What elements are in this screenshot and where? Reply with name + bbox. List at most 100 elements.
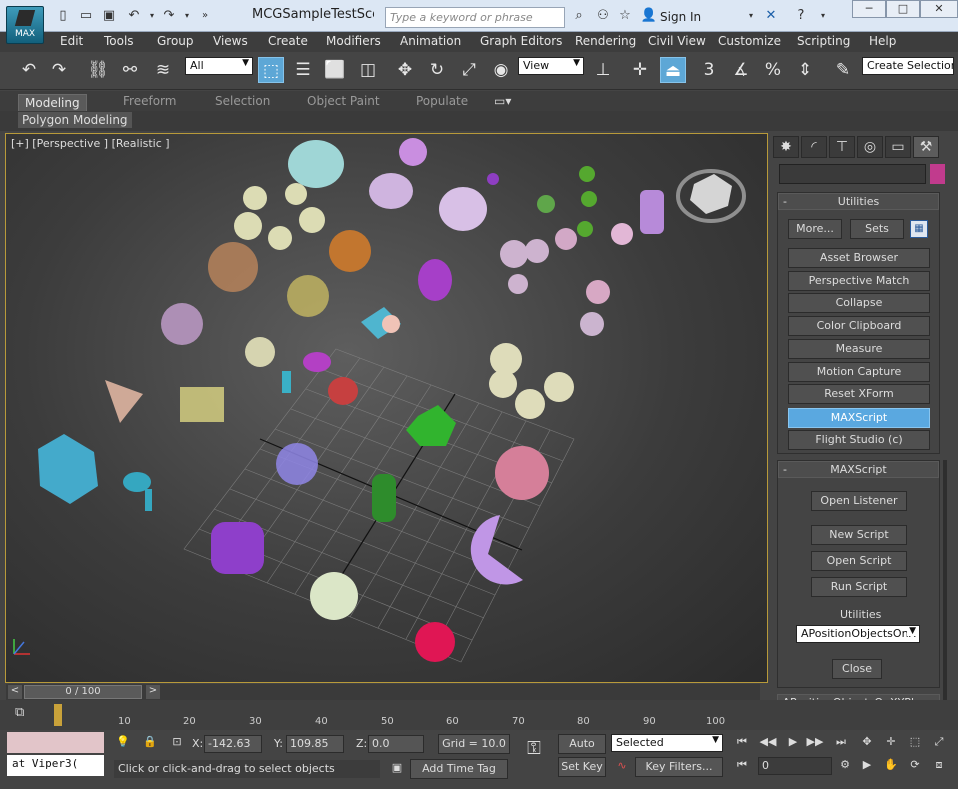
tab-object-paint[interactable]: Object Paint <box>307 94 380 108</box>
tab-selection[interactable]: Selection <box>215 94 270 108</box>
region-zoom-icon[interactable]: ⬚ <box>906 735 924 751</box>
maximize-button[interactable]: □ <box>886 0 920 18</box>
motion-tab-icon[interactable]: ◎ <box>857 136 883 158</box>
z-coordinate-field[interactable]: 0.0 <box>368 735 424 753</box>
application-menu-button[interactable]: MAX <box>6 6 44 44</box>
rotate-icon[interactable]: ↻ <box>424 57 450 83</box>
maxscript-button[interactable]: MAXScript <box>788 408 930 428</box>
next-frame-icon[interactable]: ▶▶ <box>806 735 824 751</box>
hierarchy-tab-icon[interactable]: ⊤ <box>829 136 855 158</box>
perspective-match-button[interactable]: Perspective Match <box>788 271 930 291</box>
collapse-button[interactable]: Collapse <box>788 293 930 313</box>
motion-capture-button[interactable]: Motion Capture <box>788 362 930 382</box>
utilities-rollout-header[interactable]: - Utilities <box>778 193 939 210</box>
menu-scripting[interactable]: Scripting <box>797 34 850 48</box>
time-slider-thumb[interactable]: 0 / 100 <box>24 685 142 699</box>
menu-rendering[interactable]: Rendering <box>575 34 636 48</box>
select-by-name-icon[interactable]: ☰ <box>290 57 316 83</box>
mini-curve-editor-icon[interactable]: ⧉ <box>15 705 37 725</box>
exchange-apps-icon[interactable]: ✕ <box>762 8 780 24</box>
pan-view-icon[interactable]: ✋ <box>882 758 900 774</box>
time-prev-button[interactable]: < <box>8 685 22 699</box>
selection-lock-icon[interactable]: 🔒 <box>141 735 159 751</box>
asset-browser-button[interactable]: Asset Browser <box>788 248 930 268</box>
go-to-end-icon[interactable]: ⏭ <box>832 735 850 751</box>
menu-civil-view[interactable]: Civil View <box>648 34 706 48</box>
maxscript-rollout-header[interactable]: - MAXScript <box>778 461 939 478</box>
run-script-button[interactable]: Run Script <box>811 577 907 597</box>
percent-snap-icon[interactable]: % <box>760 57 786 83</box>
add-time-tag-button[interactable]: Add Time Tag <box>410 759 508 779</box>
user-icon[interactable]: 👤 <box>640 8 658 24</box>
sign-in-link[interactable]: Sign In <box>660 10 701 24</box>
previous-frame-icon[interactable]: ◀◀ <box>759 735 777 751</box>
auto-key-button[interactable]: Auto Key <box>558 734 606 768</box>
undo-icon[interactable]: ↶ <box>16 57 42 83</box>
create-selection-set-field[interactable]: Create Selection S <box>862 57 954 75</box>
play-icon[interactable]: ▶ <box>784 735 802 751</box>
binoculars-icon[interactable]: ⌕ <box>570 8 588 24</box>
panel-scrollbar[interactable] <box>943 460 947 720</box>
keyboard-shortcut-override-icon[interactable]: ⏏ <box>660 57 686 83</box>
bind-spacewarp-icon[interactable]: ≋ <box>150 57 176 83</box>
signin-dropdown-icon[interactable]: ▾ <box>742 8 760 24</box>
utilities-dropdown[interactable]: APositionObjectsOnX ▼ <box>796 625 920 643</box>
move-icon[interactable]: ✥ <box>392 57 418 83</box>
menu-group[interactable]: Group <box>157 34 194 48</box>
selection-filter-dropdown[interactable]: All ▼ <box>185 57 253 75</box>
default-tangent-icon[interactable]: ∿ <box>613 759 631 775</box>
favorites-star-icon[interactable]: ☆ <box>616 8 634 24</box>
menu-modifiers[interactable]: Modifiers <box>326 34 381 48</box>
set-key-icon[interactable]: ⚿ <box>518 738 550 768</box>
x-coordinate-field[interactable]: -142.63 <box>204 735 262 753</box>
tab-freeform[interactable]: Freeform <box>123 94 176 108</box>
placement-icon[interactable]: ◉ <box>488 57 514 83</box>
menu-help[interactable]: Help <box>869 34 896 48</box>
current-frame-marker[interactable] <box>54 704 62 726</box>
undo-quick-icon[interactable]: ↶ <box>125 8 143 24</box>
create-tab-icon[interactable]: ✸ <box>773 136 799 158</box>
menu-views[interactable]: Views <box>213 34 248 48</box>
undo-dropdown-icon[interactable]: ▾ <box>143 8 161 24</box>
time-next-button[interactable]: > <box>146 685 160 699</box>
named-selection-icon[interactable]: ✎ <box>830 57 856 83</box>
new-script-button[interactable]: New Script <box>811 525 907 545</box>
menu-animation[interactable]: Animation <box>400 34 461 48</box>
flight-studio-button[interactable]: Flight Studio (c) <box>788 430 930 450</box>
scene-render[interactable] <box>6 134 768 683</box>
tab-modeling[interactable]: Modeling <box>18 94 87 112</box>
isolate-selection-icon[interactable]: 💡 <box>114 735 132 751</box>
sets-button[interactable]: Sets <box>850 219 904 239</box>
open-listener-button[interactable]: Open Listener <box>811 491 907 511</box>
open-file-icon[interactable]: ▭ <box>77 8 95 24</box>
maxscript-mini-listener[interactable]: at Viper3( <box>7 755 104 776</box>
quick-access-more-icon[interactable]: » <box>196 8 214 24</box>
menu-tools[interactable]: Tools <box>104 34 134 48</box>
configure-sets-icon[interactable]: ▦ <box>910 220 928 238</box>
field-of-view-icon[interactable]: ▶ <box>858 758 876 774</box>
more-button[interactable]: More... <box>788 219 842 239</box>
link-icon[interactable]: ⛓ <box>85 57 111 83</box>
select-object-icon[interactable]: ⬚ <box>258 57 284 83</box>
modify-tab-icon[interactable]: ◜ <box>801 136 827 158</box>
go-to-start-icon[interactable]: ⏮ <box>733 735 751 751</box>
object-name-field[interactable] <box>779 164 926 184</box>
snap-toggle-icon[interactable]: 3 <box>696 57 722 83</box>
reference-coordinate-dropdown[interactable]: View ▼ <box>518 57 584 75</box>
color-clipboard-button[interactable]: Color Clipboard <box>788 316 930 336</box>
maxscript-mini-listener-top[interactable] <box>7 732 104 753</box>
new-file-icon[interactable]: ▯ <box>54 8 72 24</box>
pivot-icon[interactable]: ⊥ <box>590 57 616 83</box>
time-config-icon[interactable]: ⚙ <box>836 758 854 774</box>
help-icon[interactable]: ? <box>792 8 810 24</box>
help-dropdown-icon[interactable]: ▾ <box>814 8 832 24</box>
close-window-button[interactable]: ✕ <box>920 0 958 18</box>
measure-button[interactable]: Measure <box>788 339 930 359</box>
y-coordinate-field[interactable]: 109.85 <box>286 735 344 753</box>
time-tag-icon[interactable]: ▣ <box>388 761 406 777</box>
save-file-icon[interactable]: ▣ <box>100 8 118 24</box>
close-button[interactable]: Close <box>832 659 882 679</box>
tab-populate[interactable]: Populate <box>416 94 468 108</box>
menu-customize[interactable]: Customize <box>718 34 781 48</box>
polygon-modeling-panel-label[interactable]: Polygon Modeling <box>18 112 132 128</box>
